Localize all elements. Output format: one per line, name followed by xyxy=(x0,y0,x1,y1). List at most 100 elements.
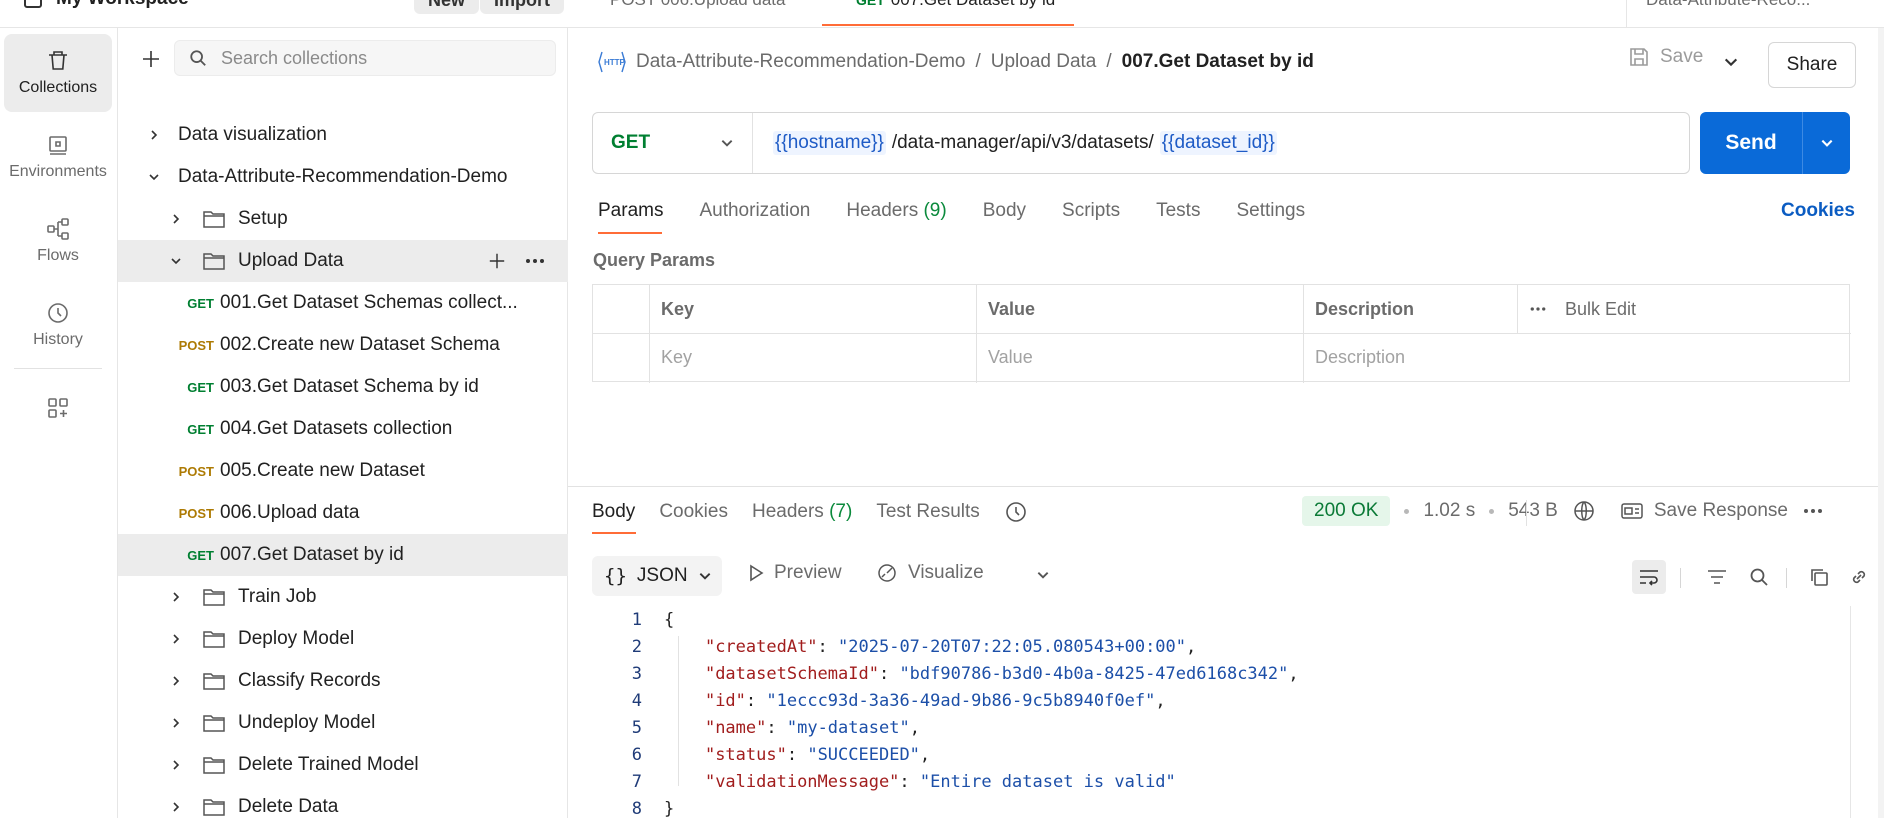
tree-request-001[interactable]: GET 001.Get Dataset Schemas collect... xyxy=(118,282,568,324)
tree-folder-setup[interactable]: Setup xyxy=(118,198,568,240)
tab-response-cookies[interactable]: Cookies xyxy=(659,501,728,523)
line-number: 2 xyxy=(631,637,642,657)
key-input[interactable]: Key xyxy=(649,333,976,381)
tab-response-headers[interactable]: Headers (7) xyxy=(752,501,852,523)
add-request-icon[interactable] xyxy=(488,252,506,270)
tree-folder-delete-data[interactable]: Delete Data xyxy=(118,786,568,818)
filter-icon[interactable] xyxy=(1700,560,1734,594)
tree-item-label: 007.Get Dataset by id xyxy=(220,544,404,565)
rail-configure-workbench[interactable] xyxy=(4,380,112,436)
chevron-down-icon[interactable] xyxy=(1723,54,1739,70)
tree-request-004[interactable]: GET 004.Get Datasets collection xyxy=(118,408,568,450)
value-input[interactable]: Value xyxy=(976,333,1303,381)
tab-tests[interactable]: Tests xyxy=(1156,200,1200,222)
rail-collections[interactable]: Collections xyxy=(4,34,112,112)
network-globe-icon[interactable] xyxy=(1572,499,1596,523)
visualize-button[interactable]: Visualize xyxy=(876,562,984,584)
save-response-button[interactable]: Save Response xyxy=(1620,500,1788,522)
workspace-switcher[interactable]: My Workspace xyxy=(24,0,189,10)
rail-environments[interactable]: Environments xyxy=(4,118,112,196)
preview-button[interactable]: Preview xyxy=(748,562,842,584)
tab-settings[interactable]: Settings xyxy=(1236,200,1305,222)
tree-request-007[interactable]: GET 007.Get Dataset by id xyxy=(118,534,568,576)
breadcrumb-folder[interactable]: Upload Data xyxy=(991,51,1097,73)
response-toolbar: {} JSON Preview Visualize xyxy=(592,556,1866,596)
tab-test-results[interactable]: Test Results xyxy=(876,501,979,523)
tree-request-002[interactable]: POST 002.Create new Dataset Schema xyxy=(118,324,568,366)
line-number: 8 xyxy=(631,799,642,818)
format-select[interactable]: {} JSON xyxy=(592,556,722,596)
url-variable-dataset-id: {{dataset_id}} xyxy=(1159,131,1277,155)
response-time[interactable]: 1.02 s xyxy=(1423,500,1475,522)
chevron-down-icon[interactable] xyxy=(1036,568,1050,582)
response-tabs: Body Cookies Headers (7) Test Results xyxy=(592,500,1028,524)
tree-folder-upload-data[interactable]: Upload Data xyxy=(118,240,568,282)
chevron-right-icon xyxy=(166,755,186,775)
tree-folder-undeploy-model[interactable]: Undeploy Model xyxy=(118,702,568,744)
more-options-icon[interactable] xyxy=(524,252,546,270)
response-pane-divider[interactable] xyxy=(568,486,1884,487)
import-button[interactable]: Import xyxy=(480,0,564,14)
method-badge: POST xyxy=(178,337,214,353)
tree-request-005[interactable]: POST 005.Create new Dataset xyxy=(118,450,568,492)
wrap-lines-icon[interactable] xyxy=(1632,560,1666,594)
tree-folder-delete-trained-model[interactable]: Delete Trained Model xyxy=(118,744,568,786)
chevron-right-icon xyxy=(166,587,186,607)
line-number: 4 xyxy=(631,691,642,711)
json-value: "1eccc93d-3a36-49ad-9b86-9c5b8940f0ef" xyxy=(766,691,1156,711)
top-bar: My Workspace New Import POST 006.Upload … xyxy=(0,0,1884,28)
cookies-link[interactable]: Cookies xyxy=(1781,200,1855,222)
method-select[interactable]: GET xyxy=(593,113,753,173)
tree-folder-classify-records[interactable]: Classify Records xyxy=(118,660,568,702)
rail-history[interactable]: History xyxy=(4,286,112,364)
breadcrumb-request[interactable]: 007.Get Dataset by id xyxy=(1122,51,1314,73)
send-options-chevron-icon[interactable] xyxy=(1802,112,1850,174)
tree-item-data-visualization[interactable]: Data visualization xyxy=(118,114,568,156)
save-button[interactable]: Save xyxy=(1628,46,1703,68)
tree-folder-train-job[interactable]: Train Job xyxy=(118,576,568,618)
tree-item-label: Undeploy Model xyxy=(238,712,376,733)
rail-flows[interactable]: Flows xyxy=(4,202,112,280)
response-body-code[interactable]: 1 {2 "createdAt": "2025-07-20T07:22:05.08… xyxy=(592,606,1854,818)
play-icon xyxy=(748,564,764,582)
environment-selector[interactable]: Data-Attribute-Reco... xyxy=(1646,0,1810,10)
tree-item-label: Upload Data xyxy=(238,250,344,271)
tab-params[interactable]: Params xyxy=(598,200,663,222)
new-button[interactable]: New xyxy=(414,0,480,14)
history-icon xyxy=(46,301,70,325)
code-scrollbar-track[interactable] xyxy=(1850,606,1851,818)
tree-folder-deploy-model[interactable]: Deploy Model xyxy=(118,618,568,660)
tab-scripts[interactable]: Scripts xyxy=(1062,200,1120,222)
plus-icon xyxy=(141,49,161,69)
visualize-label: Visualize xyxy=(908,562,984,583)
more-options-icon[interactable] xyxy=(1802,506,1824,516)
tab-response-body[interactable]: Body xyxy=(592,501,635,523)
copy-icon[interactable] xyxy=(1802,560,1836,594)
search-collections[interactable] xyxy=(174,40,556,76)
search-input[interactable] xyxy=(221,47,521,69)
tree-request-003[interactable]: GET 003.Get Dataset Schema by id xyxy=(118,366,568,408)
link-icon[interactable] xyxy=(1842,560,1876,594)
response-size[interactable]: 543 B xyxy=(1508,500,1558,522)
send-button[interactable]: Send xyxy=(1700,112,1850,174)
bulk-edit-button[interactable]: Bulk Edit xyxy=(1565,299,1636,320)
tab-006-upload-data[interactable]: POST 006.Upload data xyxy=(610,0,785,10)
url-variable-hostname: {{hostname}} xyxy=(773,131,886,155)
search-icon[interactable] xyxy=(1742,560,1776,594)
new-collection-button[interactable] xyxy=(136,44,166,74)
tree-request-006[interactable]: POST 006.Upload data xyxy=(118,492,568,534)
tab-authorization[interactable]: Authorization xyxy=(699,200,810,222)
description-input[interactable]: Description xyxy=(1303,333,1843,381)
separator-dot xyxy=(1489,508,1495,514)
breadcrumb-collection[interactable]: Data-Attribute-Recommendation-Demo xyxy=(636,51,965,73)
more-options-icon[interactable] xyxy=(1529,304,1547,314)
tab-body[interactable]: Body xyxy=(983,200,1026,222)
share-button[interactable]: Share xyxy=(1768,42,1856,88)
tab-007-get-dataset[interactable]: GET 007.Get Dataset by id xyxy=(856,0,1055,10)
tree-item-collection-dar-demo[interactable]: Data-Attribute-Recommendation-Demo xyxy=(118,156,568,198)
history-icon[interactable] xyxy=(1004,500,1028,524)
right-edge-scrollbar[interactable] xyxy=(1878,28,1884,818)
status-badge[interactable]: 200 OK xyxy=(1302,496,1391,526)
tab-headers[interactable]: Headers (9) xyxy=(846,200,946,222)
url-input[interactable]: {{hostname}} /data-manager/api/v3/datase… xyxy=(753,131,1277,155)
